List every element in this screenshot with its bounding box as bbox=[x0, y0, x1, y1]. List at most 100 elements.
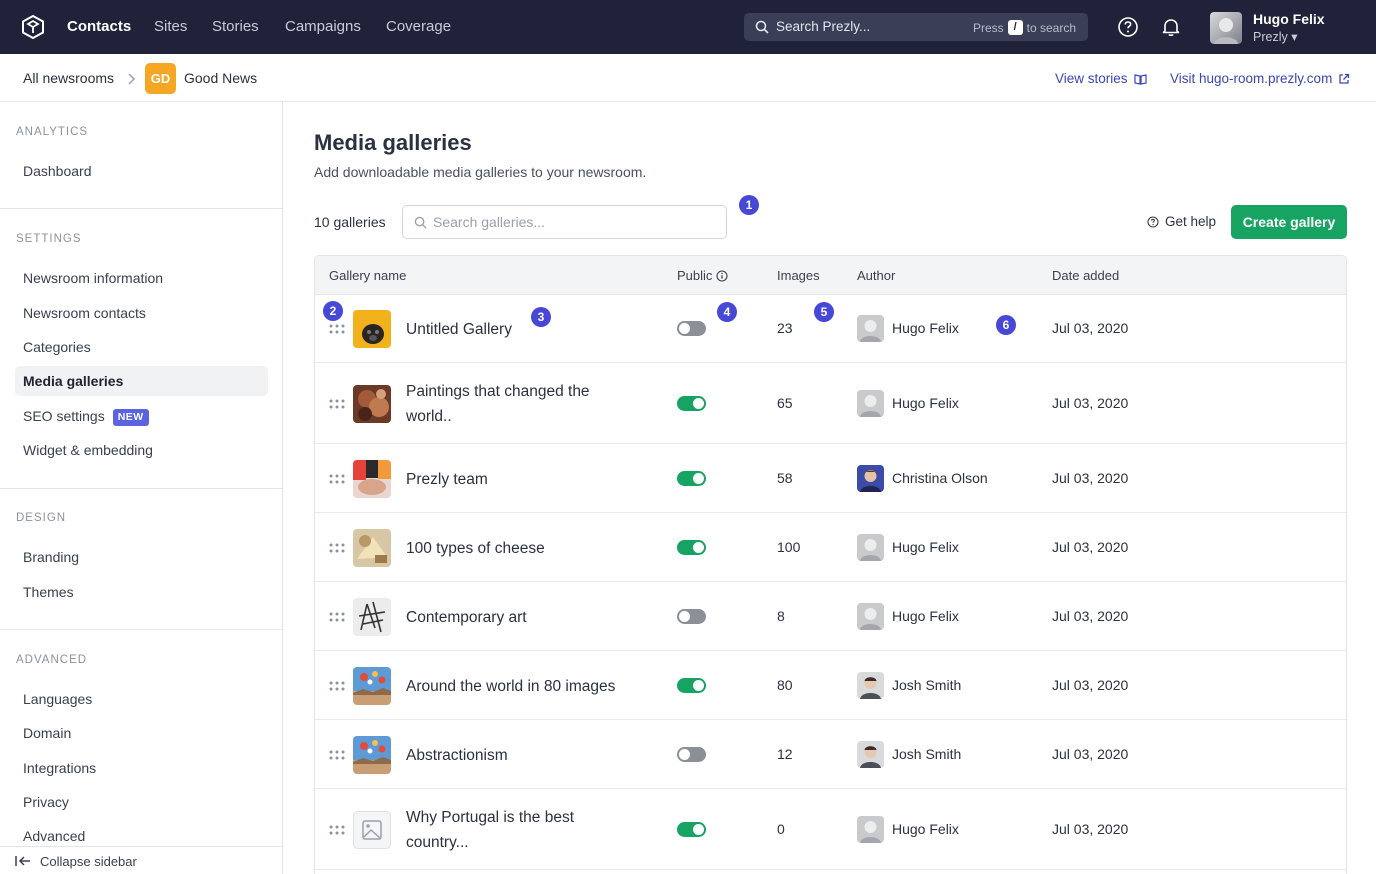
nav-stories[interactable]: Stories bbox=[212, 0, 259, 54]
view-stories-link[interactable]: View stories bbox=[1055, 71, 1147, 86]
public-toggle[interactable] bbox=[677, 677, 706, 693]
gallery-thumbnail[interactable] bbox=[353, 528, 391, 567]
gallery-name-link[interactable]: Contemporary art bbox=[406, 605, 636, 630]
user-org-dropdown[interactable]: Prezly ▾ bbox=[1253, 29, 1297, 44]
gallery-search-input[interactable] bbox=[433, 214, 713, 230]
sidebar-section-settings: SETTINGS bbox=[16, 233, 82, 245]
public-toggle[interactable] bbox=[677, 746, 706, 762]
sidebar-item-languages[interactable]: Languages bbox=[15, 684, 268, 714]
sidebar-item-newsroom-contacts[interactable]: Newsroom contacts bbox=[15, 298, 268, 328]
annotation-marker: 3 bbox=[531, 307, 551, 327]
search-shortcut-hint: Press / to search bbox=[973, 20, 1076, 35]
gallery-name-link[interactable]: Around the world in 80 images bbox=[406, 674, 636, 699]
table-row[interactable]: Abstractionism 12 Josh Smith Jul 03, 2020 bbox=[315, 720, 1346, 789]
gallery-thumbnail[interactable] bbox=[353, 735, 391, 774]
author-avatar bbox=[857, 533, 884, 561]
drag-handle-icon[interactable] bbox=[329, 399, 345, 409]
nav-sites[interactable]: Sites bbox=[154, 0, 187, 54]
user-avatar[interactable] bbox=[1210, 12, 1242, 44]
gallery-thumbnail[interactable] bbox=[353, 310, 391, 348]
sidebar-item-widget-embedding[interactable]: Widget & embedding bbox=[15, 435, 268, 465]
collapse-sidebar-button[interactable]: Collapse sidebar bbox=[0, 846, 283, 874]
author-avatar bbox=[857, 389, 884, 417]
gallery-thumbnail[interactable] bbox=[353, 810, 391, 849]
global-search-input[interactable]: Search Prezly... Press / to search bbox=[744, 13, 1088, 41]
drag-handle-icon[interactable] bbox=[329, 324, 345, 334]
gallery-name-link[interactable]: Untitled Gallery bbox=[406, 317, 636, 342]
drag-handle-icon[interactable] bbox=[329, 681, 345, 691]
gallery-name-link[interactable]: Why Portugal is the best country... bbox=[406, 805, 636, 855]
help-circle-icon bbox=[1147, 215, 1159, 228]
drag-handle-icon[interactable] bbox=[329, 612, 345, 622]
bell-icon[interactable] bbox=[1160, 16, 1182, 38]
column-header-public-label: Public bbox=[677, 268, 713, 283]
chevron-right-icon bbox=[128, 73, 136, 85]
drag-handle-icon[interactable] bbox=[329, 825, 345, 835]
visit-newsroom-link[interactable]: Visit hugo-room.prezly.com bbox=[1170, 71, 1350, 86]
gallery-thumbnail[interactable] bbox=[353, 384, 391, 423]
gallery-name-link[interactable]: 100 types of cheese bbox=[406, 536, 636, 561]
nav-contacts[interactable]: Contacts bbox=[67, 0, 131, 54]
sidebar-item-integrations[interactable]: Integrations bbox=[15, 753, 268, 783]
sidebar-item-domain[interactable]: Domain bbox=[15, 718, 268, 748]
drag-handle-icon[interactable] bbox=[329, 750, 345, 760]
gallery-name-link[interactable]: Abstractionism bbox=[406, 743, 636, 768]
get-help-label: Get help bbox=[1165, 214, 1217, 229]
gallery-thumbnail[interactable] bbox=[353, 597, 391, 636]
info-icon[interactable] bbox=[716, 269, 728, 282]
sidebar-divider bbox=[0, 629, 283, 630]
public-toggle[interactable] bbox=[677, 321, 706, 336]
breadcrumb-all-newsrooms[interactable]: All newsrooms bbox=[23, 70, 114, 86]
public-toggle[interactable] bbox=[677, 539, 706, 555]
author-name: Josh Smith bbox=[892, 676, 962, 693]
sidebar-item-privacy[interactable]: Privacy bbox=[15, 787, 268, 817]
gallery-name-link[interactable]: Paintings that changed the world.. bbox=[406, 379, 636, 429]
create-gallery-button[interactable]: Create gallery bbox=[1231, 205, 1347, 239]
date-added: Jul 03, 2020 bbox=[1052, 745, 1129, 762]
help-icon[interactable] bbox=[1117, 16, 1139, 38]
public-toggle[interactable] bbox=[677, 608, 706, 624]
sidebar-item-branding[interactable]: Branding bbox=[15, 542, 268, 572]
sidebar-item-themes[interactable]: Themes bbox=[15, 577, 268, 607]
column-header-images: Images bbox=[777, 268, 820, 283]
sidebar-item-newsroom-information[interactable]: Newsroom information bbox=[15, 263, 268, 293]
date-added: Jul 03, 2020 bbox=[1052, 394, 1129, 411]
public-toggle[interactable] bbox=[677, 470, 706, 486]
table-row[interactable]: Prezly team 58 Christina Olson Jul 03, 2020 bbox=[315, 444, 1346, 513]
table-row[interactable]: Contemporary art 8 Hugo Felix Jul 03, 2020 bbox=[315, 582, 1346, 651]
public-toggle[interactable] bbox=[677, 821, 706, 837]
search-hint-press: Press bbox=[972, 20, 1004, 35]
author-avatar bbox=[857, 815, 884, 843]
newsroom-badge: GD bbox=[145, 63, 176, 94]
column-header-author: Author bbox=[857, 268, 896, 283]
sidebar-item-dashboard[interactable]: Dashboard bbox=[15, 156, 268, 186]
sidebar-item-seo-settings[interactable]: SEO settings NEW bbox=[15, 401, 268, 431]
annotation-marker: 2 bbox=[323, 301, 343, 321]
table-row[interactable]: 100 types of cheese 100 Hugo Felix Jul 03, … bbox=[315, 513, 1346, 582]
nav-campaigns[interactable]: Campaigns bbox=[285, 0, 361, 54]
sidebar: ANALYTICS Dashboard SETTINGS Newsroom in… bbox=[0, 102, 283, 874]
public-toggle[interactable] bbox=[677, 395, 706, 411]
get-help-link[interactable]: Get help bbox=[1147, 214, 1216, 229]
sidebar-item-media-galleries[interactable]: Media galleries bbox=[15, 366, 268, 396]
drag-handle-icon[interactable] bbox=[329, 474, 345, 484]
sidebar-item-categories[interactable]: Categories bbox=[15, 332, 268, 362]
table-row[interactable]: Around the world in 80 images 80 Josh Smit… bbox=[315, 651, 1346, 720]
table-row[interactable]: Why Portugal is the best country... 0 Hugo… bbox=[315, 789, 1346, 870]
table-row[interactable]: Paintings that changed the world.. 65 Hugo… bbox=[315, 363, 1346, 444]
user-name[interactable]: Hugo Felix bbox=[1253, 11, 1325, 27]
gallery-thumbnail[interactable] bbox=[353, 459, 391, 498]
sidebar-section-advanced: ADVANCED bbox=[16, 654, 88, 666]
gallery-name-link[interactable]: Prezly team bbox=[406, 467, 636, 492]
prezly-logo-icon[interactable] bbox=[20, 14, 46, 40]
drag-handle-icon[interactable] bbox=[329, 543, 345, 553]
column-header-public: Public bbox=[677, 268, 728, 283]
nav-coverage[interactable]: Coverage bbox=[386, 0, 451, 54]
book-icon bbox=[1133, 73, 1147, 85]
gallery-search-field[interactable] bbox=[402, 205, 727, 239]
author-name: Hugo Felix bbox=[892, 820, 959, 837]
gallery-thumbnail[interactable] bbox=[353, 666, 391, 705]
search-shortcut-key: / bbox=[1007, 20, 1023, 35]
image-count: 8 bbox=[777, 607, 785, 624]
breadcrumb-current-newsroom[interactable]: Good News bbox=[184, 70, 257, 86]
